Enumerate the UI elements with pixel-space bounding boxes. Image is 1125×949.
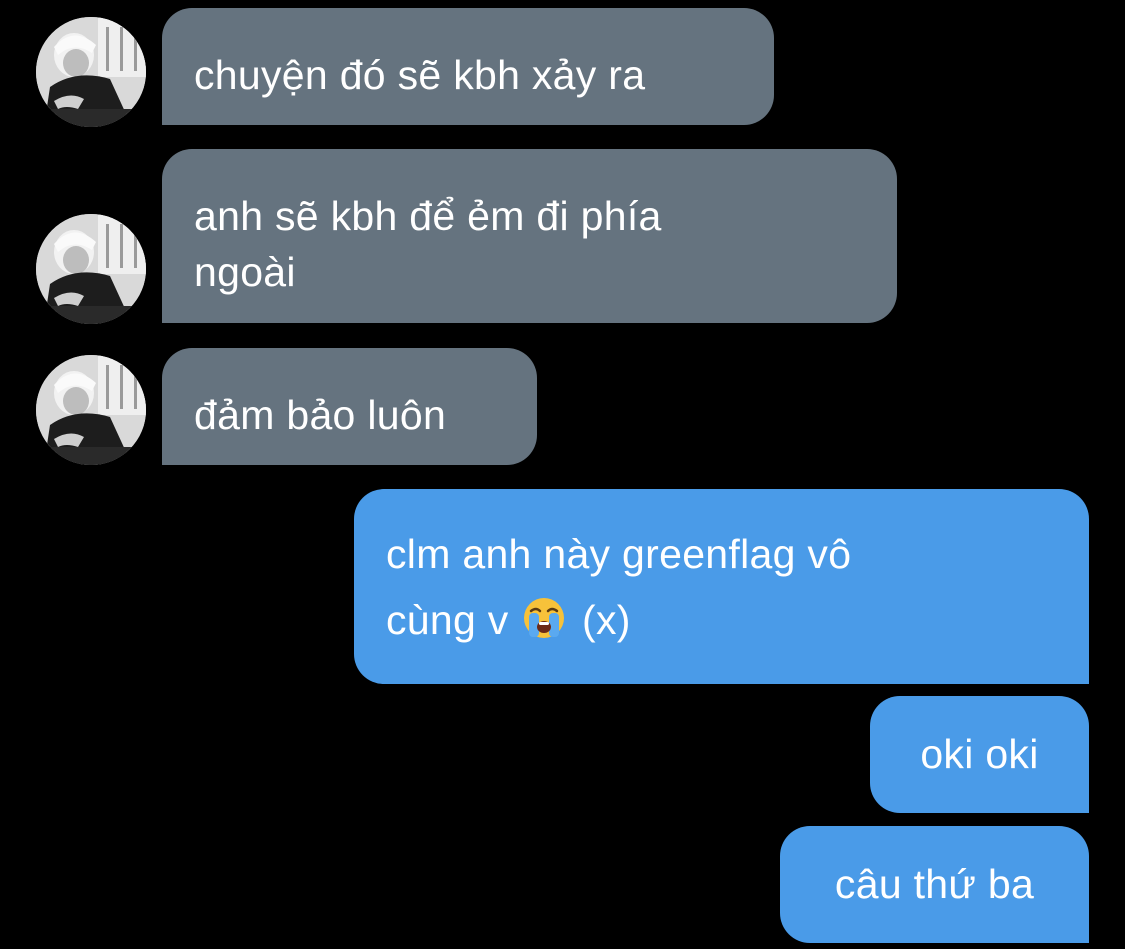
message-text: đảm bảo luôn	[194, 392, 447, 438]
message-text: chuyện đó sẽ kbh xảy ra	[194, 52, 646, 98]
message-text-line: ngoài	[194, 249, 296, 295]
incoming-message-bubble[interactable]: chuyện đó sẽ kbh xảy ra	[162, 8, 774, 125]
outgoing-message-bubble[interactable]: câu thứ ba	[780, 826, 1089, 943]
loudly-crying-face-icon	[522, 593, 566, 638]
contact-avatar[interactable]	[36, 355, 146, 465]
message-text: (x)	[582, 597, 631, 643]
contact-avatar[interactable]	[36, 214, 146, 324]
avatar-photo	[36, 355, 146, 465]
avatar-photo	[36, 214, 146, 324]
chat-screen: { "chat": { "messages": [ {"sender": "ot…	[0, 0, 1125, 949]
message-text: cùng v	[386, 597, 509, 643]
contact-avatar[interactable]	[36, 17, 146, 127]
outgoing-message-bubble[interactable]: oki oki	[870, 696, 1089, 813]
message-text: oki oki	[920, 731, 1039, 777]
message-text-line: clm anh này greenflag vô	[386, 531, 852, 577]
incoming-message-bubble[interactable]: anh sẽ kbh để ẻm đi phía ngoài	[162, 149, 897, 323]
outgoing-message-bubble[interactable]: clm anh này greenflag vô cùng v (x)	[354, 489, 1089, 684]
message-text-line: cùng v (x)	[386, 587, 1057, 653]
avatar-photo	[36, 17, 146, 127]
message-text: câu thứ ba	[834, 861, 1035, 907]
incoming-message-bubble[interactable]: đảm bảo luôn	[162, 348, 537, 465]
message-text-line: anh sẽ kbh để ẻm đi phía	[194, 193, 662, 239]
